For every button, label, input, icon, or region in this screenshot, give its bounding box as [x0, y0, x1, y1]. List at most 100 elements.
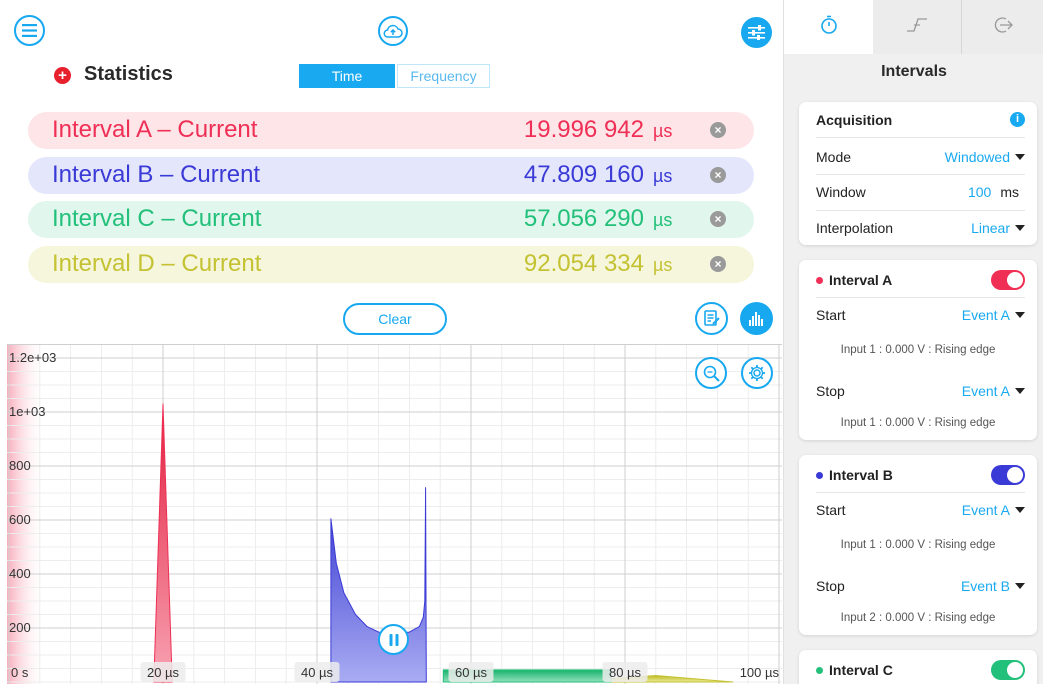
stopwatch-icon: [820, 15, 838, 40]
interval-b-name: Interval B: [829, 467, 893, 483]
interval-row-d: Interval D – Current 92.054 334 µs ×: [28, 246, 754, 283]
chevron-down-icon: [1015, 507, 1025, 513]
start-value: Event A: [961, 502, 1010, 518]
chevron-down-icon: [1015, 154, 1025, 160]
remove-interval-icon[interactable]: ×: [710, 167, 726, 183]
acquisition-header: Acquisition: [816, 102, 1025, 138]
interval-a-toggle[interactable]: [991, 270, 1025, 290]
interpolation-select[interactable]: Linear: [971, 220, 1025, 236]
x-tick-label: 0 s: [11, 665, 29, 680]
start-label: Start: [816, 502, 846, 518]
stop-label: Stop: [816, 578, 845, 594]
clear-button[interactable]: Clear: [343, 303, 447, 335]
interval-label: Interval B – Current: [52, 161, 261, 188]
interval-a-title: Interval A: [816, 272, 892, 288]
sliders-icon[interactable]: [741, 17, 772, 48]
interval-label: Interval D – Current: [52, 250, 262, 277]
tab-intervals[interactable]: [784, 0, 873, 54]
mode-row[interactable]: Mode Windowed: [816, 139, 1025, 175]
remove-interval-icon[interactable]: ×: [710, 211, 726, 227]
stop-row[interactable]: Stop Event A: [816, 373, 1025, 409]
y-tick-label: 400: [9, 566, 31, 581]
start-row[interactable]: Start Event A: [816, 297, 1025, 333]
zoom-fit-icon[interactable]: [695, 357, 727, 389]
acquisition-card: Acquisition i Mode Windowed Window 100 ms…: [799, 102, 1037, 245]
chevron-down-icon: [1015, 312, 1025, 318]
x-tick-label: 100 µs: [740, 665, 780, 680]
hamburger-menu-icon[interactable]: [14, 15, 45, 46]
edge-icon: [906, 16, 928, 39]
start-row[interactable]: Start Event A: [816, 492, 1025, 528]
plus-circle-icon[interactable]: +: [54, 67, 71, 84]
x-tick-label: 40 µs: [301, 665, 334, 680]
stop-value: Event B: [960, 578, 1010, 594]
interval-unit: µs: [653, 166, 673, 186]
interval-row-c: Interval C – Current 57.056 290 µs ×: [28, 201, 754, 238]
acquisition-title: Acquisition: [816, 112, 893, 128]
window-row[interactable]: Window 100 ms: [816, 174, 1025, 210]
interval-c-toggle[interactable]: [991, 660, 1025, 680]
window-unit: ms: [1000, 184, 1019, 200]
start-label: Start: [816, 307, 846, 323]
x-tick-label: 80 µs: [609, 665, 642, 680]
interval-a-name: Interval A: [829, 272, 893, 288]
mode-value: Windowed: [944, 149, 1010, 165]
stop-select[interactable]: Event B: [961, 578, 1025, 594]
histogram-icon[interactable]: [740, 302, 773, 335]
y-tick-label: 200: [9, 620, 31, 635]
y-tick-label: 600: [9, 512, 31, 527]
interpolation-row[interactable]: Interpolation Linear: [816, 210, 1025, 246]
stop-value: Event A: [961, 383, 1010, 399]
statistics-title: Statistics: [84, 63, 173, 85]
window-input[interactable]: 100 ms: [968, 184, 1019, 200]
tab-frequency[interactable]: Frequency: [397, 64, 490, 88]
start-select[interactable]: Event A: [962, 502, 1025, 518]
remove-interval-icon[interactable]: ×: [710, 256, 726, 272]
stop-row[interactable]: Stop Event B: [816, 568, 1025, 604]
chevron-down-icon: [1015, 583, 1025, 589]
color-dot: [816, 472, 823, 479]
interval-value: 92.054 334: [523, 250, 644, 277]
stop-select[interactable]: Event A: [962, 383, 1025, 399]
mode-select[interactable]: Windowed: [945, 149, 1025, 165]
edit-report-icon[interactable]: [695, 302, 728, 335]
interpolation-label: Interpolation: [816, 220, 894, 236]
window-value: 100: [967, 184, 992, 200]
output-icon: [993, 16, 1013, 39]
interval-unit: µs: [653, 210, 673, 230]
remove-interval-icon[interactable]: ×: [710, 122, 726, 138]
interval-b-toggle[interactable]: [991, 465, 1025, 485]
x-tick-label: 60 µs: [455, 665, 488, 680]
tab-output[interactable]: [961, 0, 1043, 54]
cloud-upload-icon[interactable]: [378, 16, 408, 46]
y-tick-label: 800: [9, 458, 31, 473]
pause-icon[interactable]: [378, 624, 409, 655]
start-description: Input 1 : 0.000 V : Rising edge: [840, 539, 996, 551]
interval-c-card: Interval C: [799, 650, 1037, 684]
stop-description: Input 2 : 0.000 V : Rising edge: [840, 612, 996, 624]
divider: [816, 137, 1025, 138]
intervals-panel: Intervals Acquisition i Mode Windowed Wi…: [783, 0, 1043, 684]
start-value: Event A: [961, 307, 1010, 323]
y-tick-label: 1.2e+03: [9, 350, 56, 365]
y-tick-label: 1e+03: [9, 404, 46, 419]
interval-b-card: Interval B Start Event A Input 1 : 0.000…: [799, 455, 1037, 635]
interval-label: Interval C – Current: [52, 205, 262, 232]
interval-value: 57.056 290: [523, 205, 644, 232]
tab-edges[interactable]: [873, 0, 961, 54]
interval-unit: µs: [653, 255, 673, 275]
x-tick-label: 20 µs: [147, 665, 180, 680]
interval-row-a: Interval A – Current 19.996 942 µs ×: [28, 112, 754, 149]
info-icon[interactable]: i: [1010, 112, 1025, 127]
interpolation-value: Linear: [971, 220, 1010, 236]
start-select[interactable]: Event A: [962, 307, 1025, 323]
start-description: Input 1 : 0.000 V : Rising edge: [840, 344, 996, 356]
color-dot: [816, 667, 823, 674]
gear-icon[interactable]: [741, 357, 773, 389]
tab-time[interactable]: Time: [299, 64, 395, 88]
chevron-down-icon: [1015, 225, 1025, 231]
stop-label: Stop: [816, 383, 845, 399]
panel-title: Intervals: [881, 63, 947, 80]
interval-value: 47.809 160: [523, 161, 644, 188]
panel-tabs: [784, 0, 1043, 54]
